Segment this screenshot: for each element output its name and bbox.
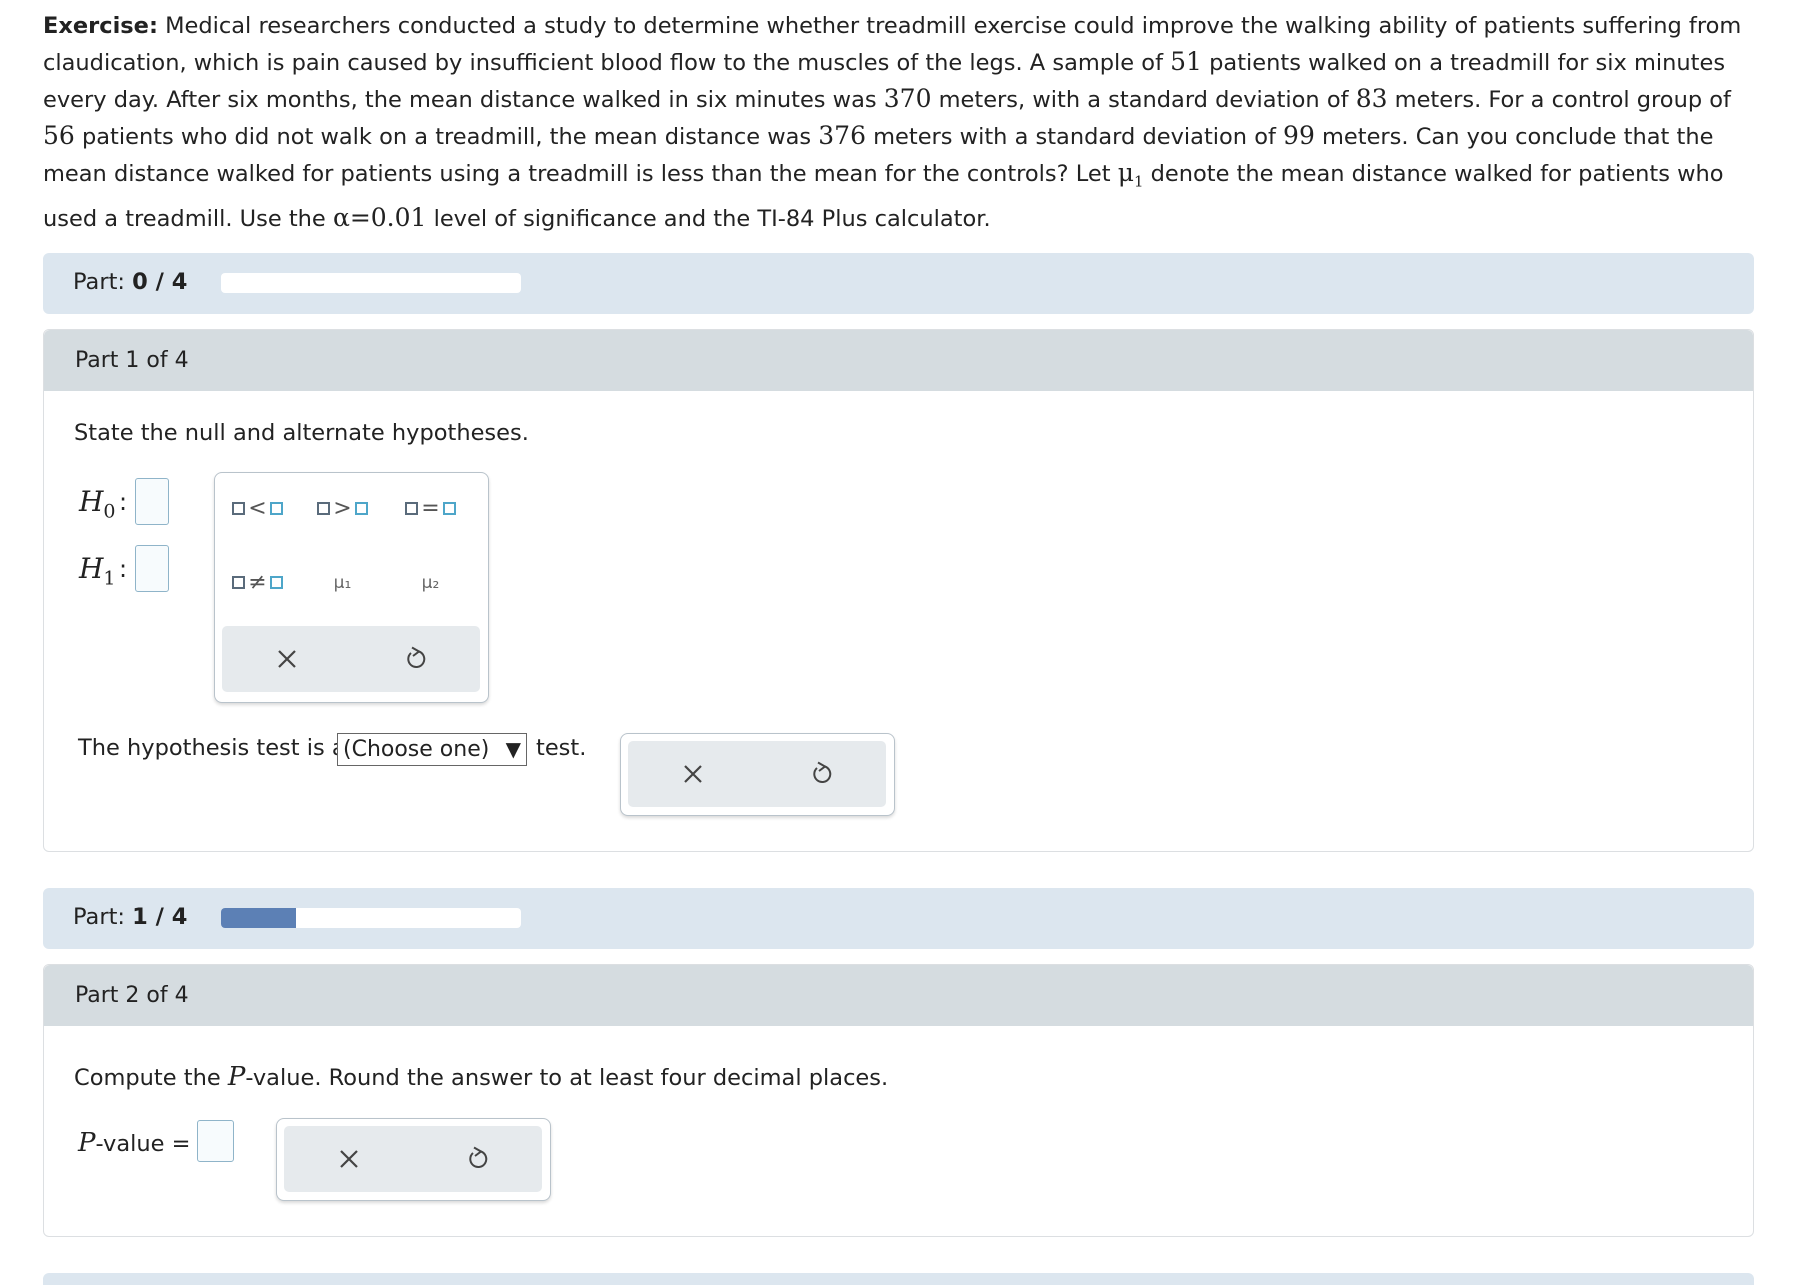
progress-track: [221, 273, 521, 293]
undo-icon[interactable]: [810, 761, 834, 787]
alpha-value: α=0.01: [332, 202, 427, 232]
not-equal-button[interactable]: ≠: [225, 565, 290, 600]
part-1-card: Part 1 of 4 State the null and alternate…: [43, 329, 1754, 852]
palette-action-bar: [222, 626, 480, 692]
exercise-text-part: meters. For a control group of: [1387, 87, 1731, 113]
progress-bar-panel: Part: 0 / 4: [43, 253, 1754, 314]
mu-symbol: μ: [1117, 158, 1134, 187]
progress-value: 0 / 4: [132, 269, 188, 295]
h0-label: H0: [79, 485, 116, 523]
progress-fill: [221, 908, 296, 928]
symbol-palette: < > = ≠ μ₁ μ₂: [214, 472, 489, 703]
pvalue-action-palette: [276, 1118, 551, 1201]
dropdown-arrow-icon: ▼: [505, 737, 521, 761]
pvalue-input[interactable]: [197, 1120, 234, 1162]
undo-icon[interactable]: [466, 1146, 490, 1172]
test-type-select[interactable]: (Choose one) ▼: [337, 733, 527, 766]
test-action-bar: [628, 741, 886, 807]
mu1-button[interactable]: μ₁: [310, 565, 375, 600]
progress-track: [221, 908, 521, 928]
equals-button[interactable]: =: [398, 491, 463, 526]
pvalue-action-bar: [284, 1126, 542, 1192]
test-action-palette: [620, 733, 895, 816]
sample-size-1: 51: [1170, 47, 1202, 76]
part-2-header: Part 2 of 4: [44, 965, 1753, 1026]
mu2-button[interactable]: μ₂: [398, 565, 463, 600]
exercise-text-part: meters, with a standard deviation of: [931, 87, 1356, 113]
exercise-lead: Exercise:: [43, 13, 158, 39]
mean-1: 370: [883, 84, 932, 113]
undo-icon[interactable]: [404, 646, 428, 672]
clear-x-icon[interactable]: [338, 1148, 360, 1170]
progress-bar-panel: Part: 1 / 4: [43, 888, 1754, 949]
progress-value: 1 / 4: [132, 904, 188, 930]
part-1-prompt: State the null and alternate hypotheses.: [74, 420, 529, 446]
sample-size-2: 56: [43, 121, 75, 150]
h0-input[interactable]: [135, 478, 169, 525]
exercise-text-part: patients who did not walk on a treadmill…: [74, 124, 819, 150]
progress-label: Part: 0 / 4: [73, 269, 188, 295]
h1-colon: :: [119, 555, 128, 583]
test-type-value: (Choose one): [343, 737, 490, 762]
part-1-title: Part 1 of 4: [75, 348, 189, 373]
sd-2: 99: [1283, 121, 1315, 150]
greater-than-button[interactable]: >: [310, 491, 375, 526]
h0-colon: :: [119, 488, 128, 516]
part-2-prompt: Compute the P-value. Round the answer to…: [74, 1062, 889, 1092]
test-prefix: The hypothesis test is a: [78, 735, 346, 761]
less-than-button[interactable]: <: [225, 491, 290, 526]
test-suffix: test.: [536, 735, 587, 761]
sd-1: 83: [1355, 84, 1388, 113]
exercise-text: Exercise: Medical researchers conducted …: [43, 8, 1763, 237]
h1-label: H1: [79, 552, 116, 590]
next-progress-panel: [43, 1273, 1754, 1285]
pvalue-label: P-value =: [78, 1128, 191, 1158]
exercise-text-part: meters with a standard deviation of: [865, 124, 1284, 150]
h1-input[interactable]: [135, 545, 169, 592]
clear-x-icon[interactable]: [682, 763, 704, 785]
clear-x-icon[interactable]: [276, 648, 298, 670]
mean-2: 376: [818, 121, 866, 150]
exercise-text-part: level of significance and the TI-84 Plus…: [426, 205, 991, 232]
progress-label: Part: 1 / 4: [73, 904, 188, 930]
part-1-header: Part 1 of 4: [44, 330, 1753, 391]
part-2-card: Part 2 of 4 Compute the P-value. Round t…: [43, 964, 1754, 1237]
part-2-title: Part 2 of 4: [75, 983, 189, 1008]
